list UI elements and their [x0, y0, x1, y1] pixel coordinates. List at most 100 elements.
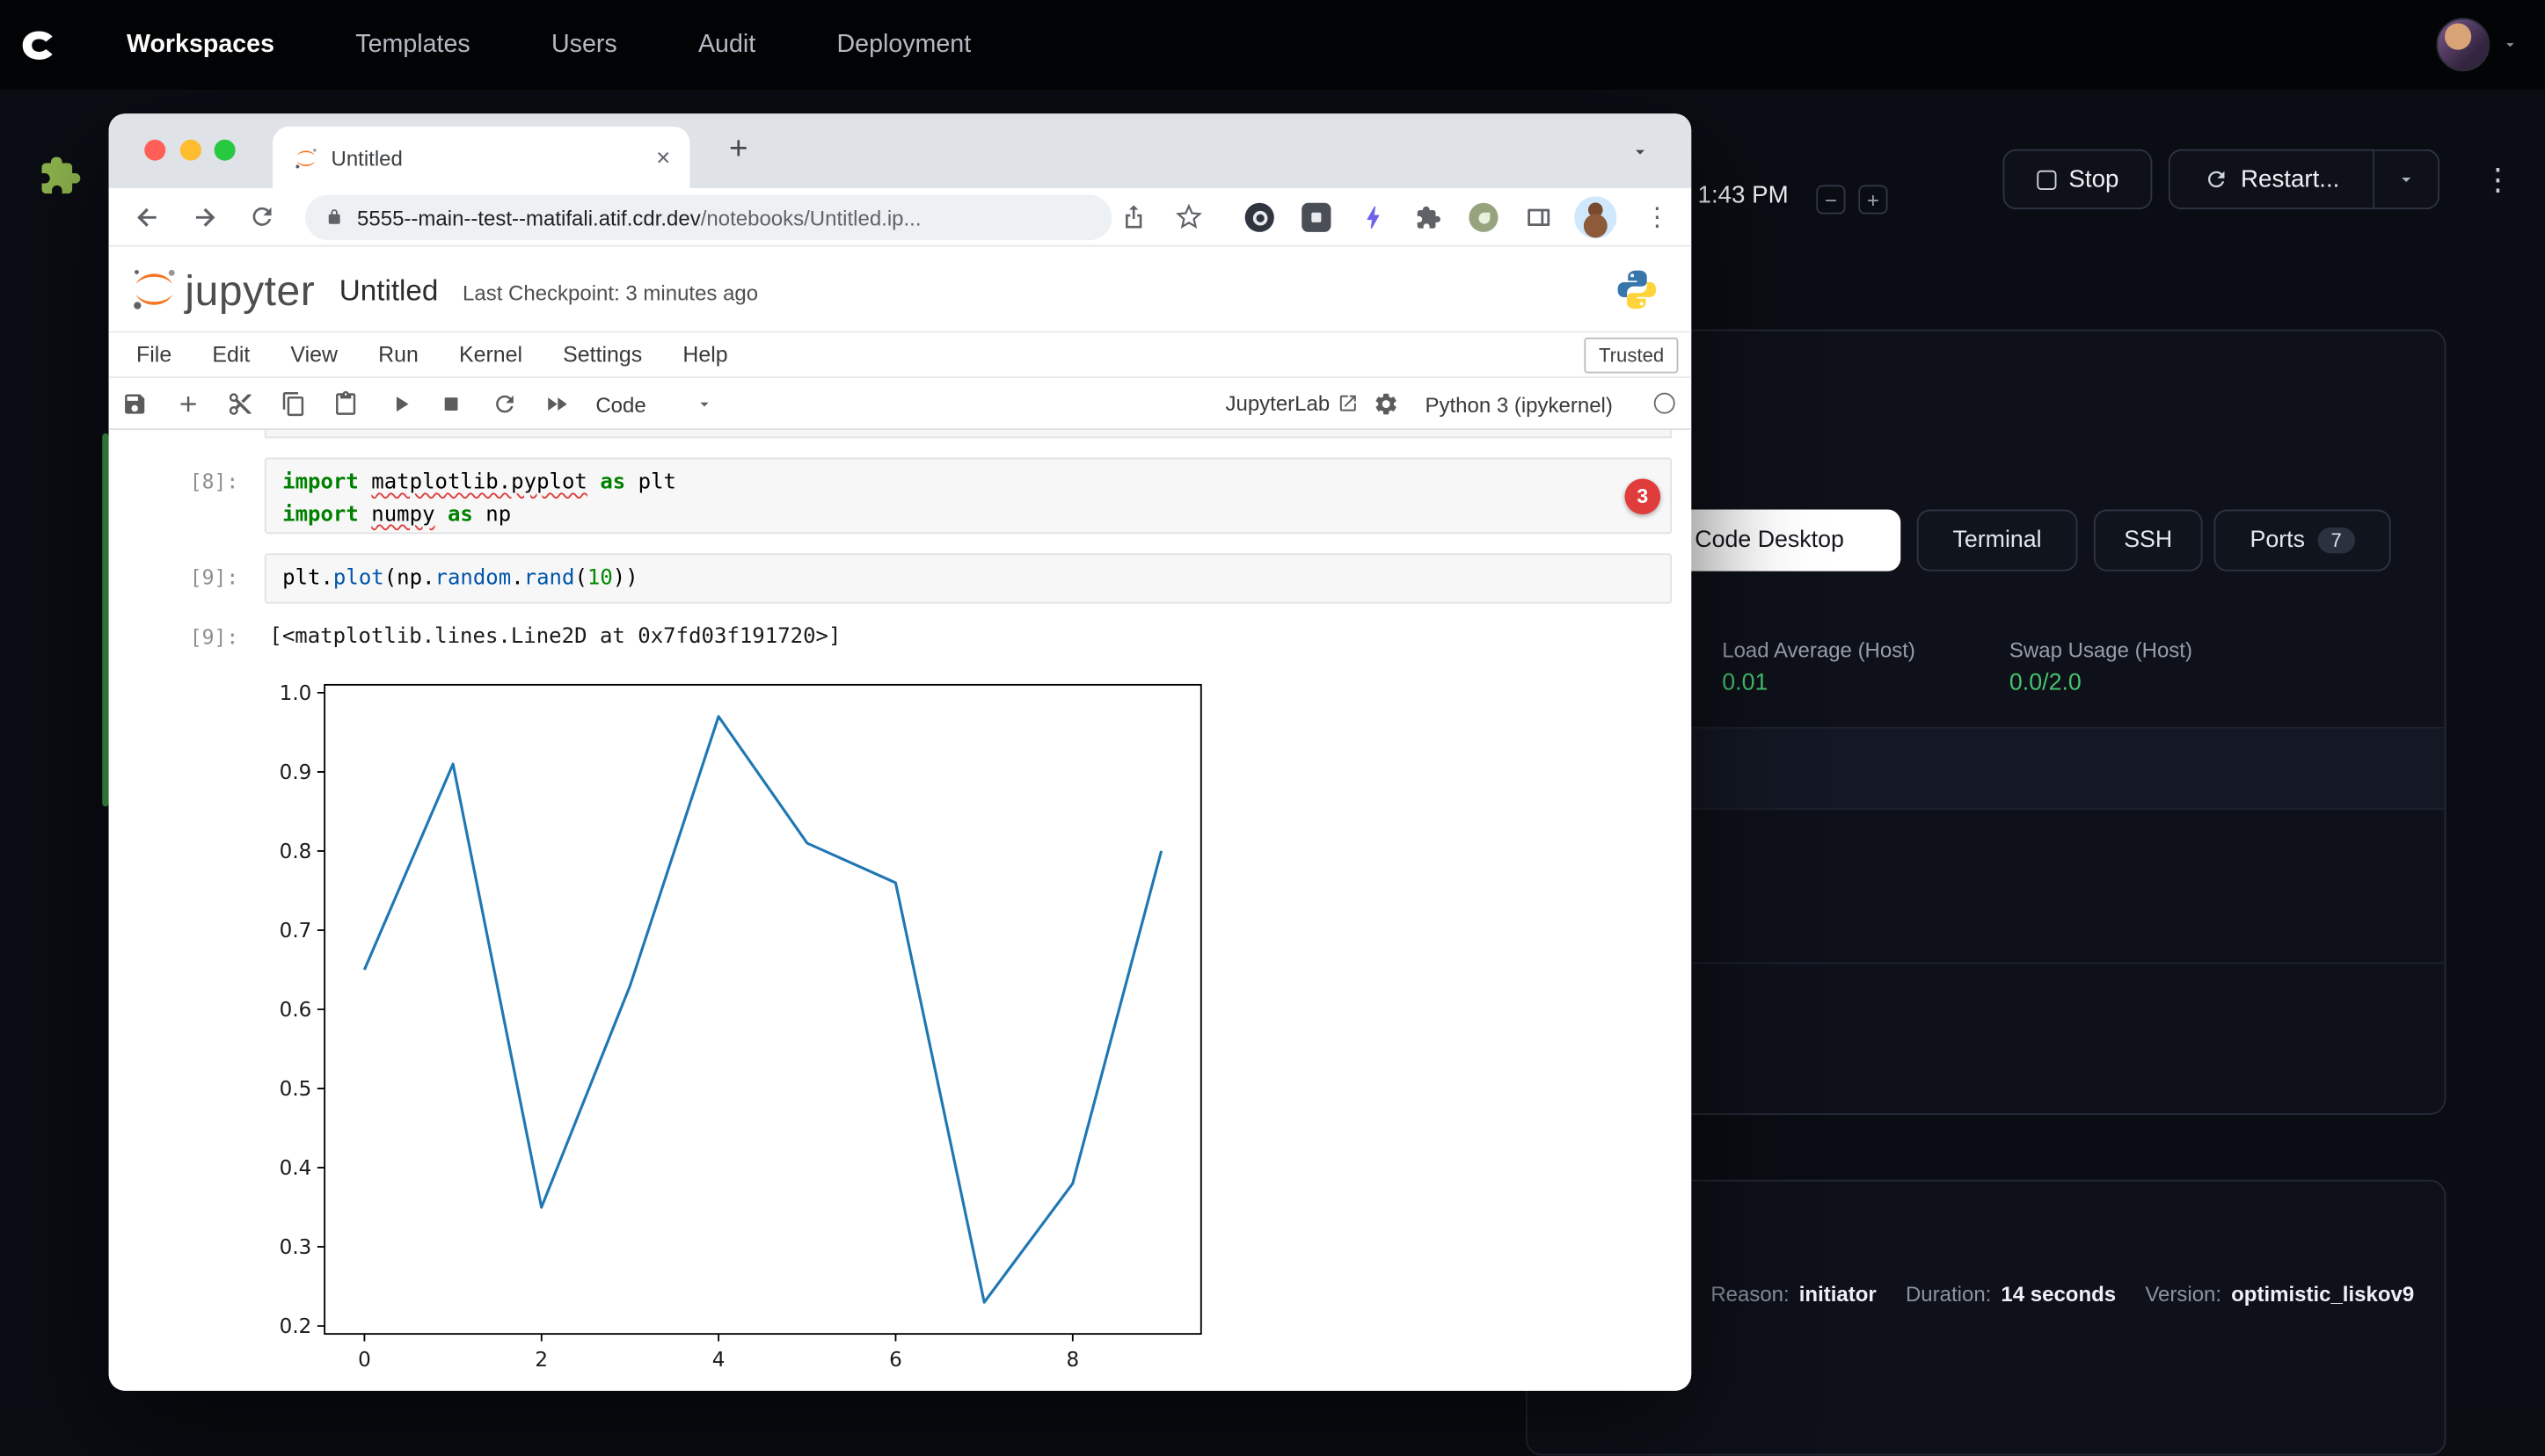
- coder-logo-icon[interactable]: [16, 22, 62, 68]
- back-button[interactable]: [133, 203, 162, 232]
- restart-icon: [2204, 167, 2228, 192]
- new-tab-button[interactable]: +: [716, 127, 762, 172]
- menu-file[interactable]: File: [136, 342, 171, 367]
- interrupt-kernel-button[interactable]: [438, 391, 464, 418]
- svg-text:0.3: 0.3: [280, 1236, 312, 1259]
- screen: Workspaces Templates Users Audit Deploym…: [0, 0, 2545, 1410]
- meta-reason: Reason: initiator: [1710, 1282, 1876, 1307]
- save-button[interactable]: [121, 391, 148, 418]
- restart-button[interactable]: Restart...: [2169, 149, 2374, 209]
- svg-text:6: 6: [889, 1349, 902, 1372]
- browser-profile-avatar[interactable]: [1574, 196, 1616, 238]
- zoom-out-button[interactable]: −: [1816, 185, 1845, 214]
- user-avatar[interactable]: [2436, 18, 2490, 71]
- extensions-puzzle-icon[interactable]: [1414, 203, 1443, 232]
- menu-help[interactable]: Help: [682, 342, 727, 367]
- cut-cell-button[interactable]: [227, 391, 253, 418]
- stop-square-icon: [2036, 170, 2055, 189]
- account-menu[interactable]: [2436, 18, 2519, 71]
- extension-ring-icon[interactable]: [1245, 203, 1274, 232]
- stop-icon: [438, 391, 464, 418]
- svg-text:0.7: 0.7: [280, 920, 312, 943]
- browser-toolbar: 5555--main--test--matifali.atif.cdr.dev/…: [109, 188, 1692, 246]
- chevron-down-icon: [2396, 169, 2417, 190]
- lock-icon: [325, 207, 344, 227]
- reload-button[interactable]: [247, 203, 276, 232]
- svg-text:8: 8: [1066, 1349, 1079, 1372]
- run-cell-button[interactable]: [388, 391, 414, 418]
- copy-cell-button[interactable]: [281, 391, 307, 418]
- clipped-cell: [265, 430, 1672, 438]
- paste-cell-button[interactable]: [332, 391, 359, 418]
- input-prompt: [9]:: [154, 564, 238, 589]
- forward-button[interactable]: [190, 203, 219, 232]
- restart-split-button: Restart...: [2169, 149, 2439, 209]
- external-link-icon: [1338, 393, 1359, 414]
- menu-edit[interactable]: Edit: [212, 342, 250, 367]
- menu-view[interactable]: View: [290, 342, 338, 367]
- notification-badge: 3: [1625, 478, 1661, 514]
- tab-close-icon[interactable]: ×: [656, 145, 670, 170]
- notebook-title[interactable]: Untitled: [339, 274, 439, 309]
- ssh-button[interactable]: SSH: [2094, 510, 2203, 571]
- menu-settings[interactable]: Settings: [563, 342, 642, 367]
- bolt-extension-icon[interactable]: [1359, 203, 1388, 232]
- open-jupyterlab-link[interactable]: JupyterLab: [1225, 391, 1359, 416]
- checkpoint-text: Last Checkpoint: 3 minutes ago: [463, 280, 758, 305]
- code-cell-8[interactable]: import matplotlib.pyplot as pltimport nu…: [265, 457, 1672, 534]
- code-cell-9[interactable]: plt.plot(np.random.rand(10)): [265, 553, 1672, 603]
- ports-count-badge: 7: [2318, 528, 2355, 554]
- stat-load-average: Load Average (Host) 0.01: [1722, 637, 1915, 695]
- stat-label: Swap Usage (Host): [2009, 637, 2192, 662]
- extension-leaf-icon[interactable]: [1469, 203, 1498, 232]
- chevron-down-icon: [2501, 36, 2519, 54]
- play-icon: [388, 391, 414, 418]
- kernel-name[interactable]: Python 3 (ipykernel): [1425, 393, 1612, 418]
- nav-audit[interactable]: Audit: [698, 30, 755, 59]
- menu-run[interactable]: Run: [378, 342, 419, 367]
- stop-button[interactable]: Stop: [2003, 149, 2153, 209]
- nav-templates[interactable]: Templates: [355, 30, 470, 59]
- stat-swap-usage: Swap Usage (Host) 0.0/2.0: [2009, 637, 2192, 695]
- restart-kernel-button[interactable]: [492, 391, 518, 418]
- minimize-window-button[interactable]: [179, 139, 201, 160]
- trusted-button[interactable]: Trusted: [1584, 338, 1679, 374]
- primary-nav: Workspaces Templates Users Audit Deploym…: [127, 30, 971, 59]
- ports-button[interactable]: Ports 7: [2213, 510, 2390, 571]
- stop-label: Stop: [2068, 165, 2118, 193]
- extension-square-icon[interactable]: [1302, 203, 1331, 232]
- ports-label: Ports: [2250, 528, 2305, 554]
- meta-version: Version: optimistic_liskov9: [2145, 1282, 2414, 1307]
- stat-value: 0.01: [1722, 670, 1915, 696]
- jupyter-menubar: File Edit View Run Kernel Settings Help …: [109, 332, 1692, 378]
- nav-workspaces[interactable]: Workspaces: [127, 30, 274, 59]
- zoom-in-button[interactable]: +: [1858, 185, 1887, 214]
- close-window-button[interactable]: [144, 139, 165, 160]
- terminal-button[interactable]: Terminal: [1917, 510, 2078, 571]
- restart-options-button[interactable]: [2374, 149, 2439, 209]
- nav-users[interactable]: Users: [551, 30, 617, 59]
- gear-button[interactable]: [1373, 391, 1399, 418]
- workspace-kebab-menu[interactable]: ⋮: [2474, 156, 2522, 204]
- side-panel-icon[interactable]: [1524, 203, 1553, 232]
- output-prompt: [9]:: [154, 625, 238, 650]
- browser-tab[interactable]: Untitled ×: [273, 127, 689, 188]
- cell-type-dropdown[interactable]: Code: [595, 388, 714, 420]
- forward-arrow-icon: [190, 203, 219, 232]
- matplotlib-figure: 0.20.30.40.50.60.70.80.91.002468: [259, 673, 1233, 1391]
- tab-search-chevron-icon[interactable]: [1630, 142, 1651, 171]
- share-icon: [1119, 203, 1147, 230]
- nav-deployment[interactable]: Deployment: [836, 30, 971, 59]
- puzzle-icon: [36, 151, 84, 200]
- jupyter-header: jupyter Untitled Last Checkpoint: 3 minu…: [109, 247, 1692, 333]
- menu-kernel[interactable]: Kernel: [459, 342, 522, 367]
- tab-strip: Untitled × +: [109, 113, 1692, 188]
- address-bar[interactable]: 5555--main--test--matifali.atif.cdr.dev/…: [305, 194, 1112, 240]
- restart-run-all-button[interactable]: [543, 391, 570, 418]
- clock-text: 1:43 PM: [1698, 182, 1789, 209]
- browser-menu-kebab[interactable]: ⋮: [1641, 201, 1674, 234]
- bookmark-button[interactable]: [1173, 203, 1202, 232]
- share-button[interactable]: [1119, 203, 1148, 232]
- add-cell-button[interactable]: [175, 391, 201, 418]
- maximize-window-button[interactable]: [215, 139, 236, 160]
